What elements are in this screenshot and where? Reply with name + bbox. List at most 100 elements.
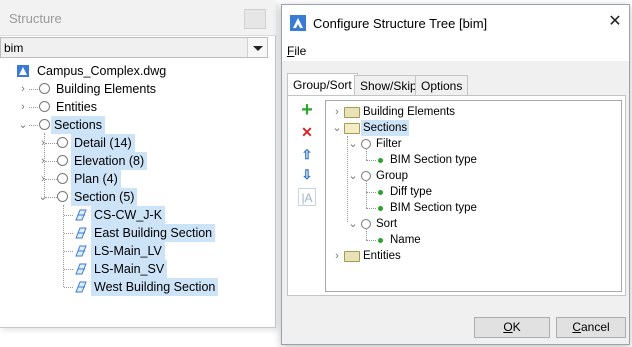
config-tree-bim-section-type[interactable]: BIM Section type bbox=[366, 148, 496, 168]
menu-file-label: ile bbox=[294, 44, 307, 58]
tree-item-entities[interactable]: › Entities bbox=[18, 98, 218, 116]
tree-item-label: Detail (14) bbox=[71, 134, 135, 152]
config-tree-label: Sections bbox=[361, 120, 410, 136]
chevron-right-icon[interactable]: › bbox=[18, 80, 28, 98]
config-tree-label: Group bbox=[376, 170, 408, 182]
structure-filter-value: bim bbox=[4, 41, 24, 55]
folder-icon bbox=[344, 107, 360, 118]
config-tree-diff-type[interactable]: Diff type bbox=[366, 180, 496, 208]
tree-item-sections[interactable]: ⌄ Sections bbox=[18, 116, 108, 134]
section-plane-icon bbox=[75, 227, 87, 239]
section-item[interactable]: CS-CW_J-K bbox=[64, 206, 194, 224]
section-plane-icon bbox=[75, 209, 87, 221]
config-tree-filter[interactable]: ⌄ Filter bbox=[348, 136, 428, 152]
section-item-label: LS-Main_LV bbox=[91, 242, 165, 260]
group-sort-panel: + ✕ ⇧ ⇩ |A › Building Elements ⌄ Section… bbox=[287, 95, 626, 296]
menu-bar: File bbox=[282, 41, 629, 61]
folder-icon bbox=[344, 251, 360, 262]
structure-panel: Structure bim Campus_Complex.dwg › Build… bbox=[0, 0, 276, 328]
config-tree-building-elements[interactable]: › Building Elements bbox=[332, 104, 482, 120]
ok-button[interactable]: OK bbox=[474, 317, 550, 338]
section-item-label: East Building Section bbox=[91, 224, 216, 242]
circle-icon bbox=[39, 83, 50, 94]
config-tree-label: Name bbox=[390, 234, 421, 246]
chevron-down-icon[interactable]: ⌄ bbox=[348, 168, 358, 184]
chevron-down-icon[interactable]: ⌄ bbox=[332, 120, 342, 136]
cancel-label: ancel bbox=[580, 320, 610, 334]
tree-item-plan[interactable]: › Plan (4) bbox=[38, 170, 168, 188]
section-item-label: CS-CW_J-K bbox=[91, 206, 166, 224]
chevron-down-icon[interactable] bbox=[247, 38, 267, 57]
dialog-titlebar[interactable]: Configure Structure Tree [bim] ✕ bbox=[282, 5, 629, 41]
delete-icon[interactable]: ✕ bbox=[298, 123, 316, 141]
tree-item-detail[interactable]: › Detail (14) bbox=[38, 134, 168, 152]
chevron-right-icon[interactable]: › bbox=[18, 98, 28, 116]
close-icon[interactable]: ✕ bbox=[606, 13, 624, 31]
chevron-down-icon[interactable]: ⌄ bbox=[348, 216, 358, 232]
chevron-down-icon[interactable]: ⌄ bbox=[18, 116, 28, 134]
config-tree-label: Filter bbox=[376, 138, 402, 150]
config-tree-name[interactable]: Name bbox=[366, 228, 466, 248]
config-tree-sections[interactable]: ⌄ Sections bbox=[332, 120, 422, 136]
tree-root-label: Campus_Complex.dwg bbox=[37, 64, 167, 78]
config-tree-label: Entities bbox=[363, 250, 401, 262]
section-item[interactable]: LS-Main_SV bbox=[64, 260, 194, 278]
config-tree-label: Diff type bbox=[390, 186, 432, 198]
tree-item-elevation[interactable]: › Elevation (8) bbox=[38, 152, 168, 170]
tree-item-section[interactable]: ⌄ Section (5) bbox=[38, 188, 168, 206]
tree-item-label: Entities bbox=[56, 100, 97, 114]
configure-structure-dialog: Configure Structure Tree [bim] ✕ File Gr… bbox=[281, 4, 630, 345]
field-dot-icon bbox=[378, 238, 383, 243]
rename-icon[interactable]: |A bbox=[298, 188, 316, 206]
circle-icon bbox=[57, 173, 68, 184]
circle-icon bbox=[39, 119, 50, 130]
tab-group-sort[interactable]: Group/Sort bbox=[287, 73, 358, 96]
config-tree-bim-section-type[interactable]: BIM Section type bbox=[366, 200, 496, 216]
ok-mnemonic: O bbox=[503, 320, 513, 334]
tree-item-label: Plan (4) bbox=[71, 170, 121, 188]
app-icon bbox=[290, 15, 306, 31]
chevron-down-icon[interactable]: ⌄ bbox=[348, 136, 358, 152]
circle-icon bbox=[57, 191, 68, 202]
section-item-label: LS-Main_SV bbox=[91, 260, 168, 278]
chevron-right-icon[interactable]: › bbox=[332, 248, 342, 264]
section-item[interactable]: LS-Main_LV bbox=[64, 242, 194, 260]
section-plane-icon bbox=[75, 245, 87, 257]
tree-item-label: Sections bbox=[51, 116, 105, 134]
config-tree-label: BIM Section type bbox=[390, 202, 477, 214]
field-dot-icon bbox=[378, 206, 383, 211]
menu-file[interactable]: File bbox=[287, 44, 306, 58]
cancel-button[interactable]: Cancel bbox=[556, 317, 626, 338]
chevron-right-icon[interactable]: › bbox=[332, 104, 342, 120]
move-down-icon[interactable]: ⇩ bbox=[298, 166, 316, 184]
ok-label: K bbox=[512, 320, 521, 334]
section-item-label: West Building Section bbox=[91, 278, 219, 296]
add-icon[interactable]: + bbox=[298, 100, 316, 120]
panel-close-button[interactable] bbox=[244, 9, 266, 29]
config-tree-label: Sort bbox=[376, 218, 398, 230]
field-dot-icon bbox=[378, 158, 383, 163]
tree-item-label: Section (5) bbox=[71, 188, 138, 206]
section-item[interactable]: East Building Section bbox=[64, 224, 216, 242]
section-item[interactable]: West Building Section bbox=[64, 278, 224, 296]
drawing-file-icon bbox=[17, 65, 29, 77]
move-up-icon[interactable]: ⇧ bbox=[298, 146, 316, 164]
tree-item-label: Elevation (8) bbox=[71, 152, 148, 170]
tree-item-label: Building Elements bbox=[56, 82, 157, 96]
config-tree-group[interactable]: ⌄ Group bbox=[348, 168, 428, 184]
folder-open-icon bbox=[344, 123, 360, 134]
config-tree-entities[interactable]: › Entities bbox=[332, 248, 432, 264]
structure-filter-select[interactable]: bim bbox=[0, 37, 268, 58]
config-tree-sort[interactable]: ⌄ Sort bbox=[348, 216, 428, 232]
panel-header: Structure bbox=[0, 0, 276, 36]
section-plane-icon bbox=[75, 263, 87, 275]
tree-item-building-elements[interactable]: › Building Elements bbox=[18, 80, 218, 98]
config-tree-label: Building Elements bbox=[363, 106, 456, 118]
circle-icon bbox=[57, 137, 68, 148]
config-tree-label: BIM Section type bbox=[390, 154, 477, 166]
structure-config-tree[interactable]: › Building Elements ⌄ Sections ⌄ Filter … bbox=[325, 100, 622, 292]
tab-options[interactable]: Options bbox=[415, 75, 469, 96]
tab-show-skip[interactable]: Show/Skip bbox=[354, 75, 423, 96]
field-dot-icon bbox=[378, 190, 383, 195]
circle-icon bbox=[57, 155, 68, 166]
